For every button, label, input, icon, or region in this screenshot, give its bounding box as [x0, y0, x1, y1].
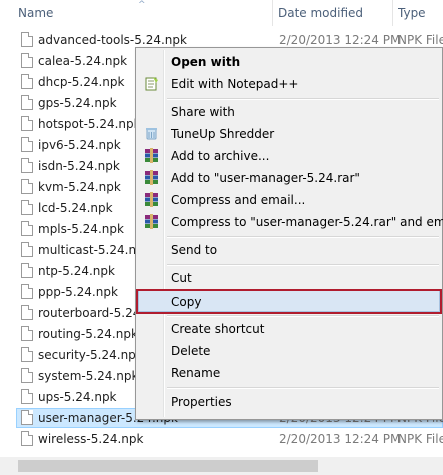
file-icon	[21, 284, 33, 299]
menu-item-label: Create shortcut	[171, 322, 265, 336]
column-header: Name ^ Date modified Type	[0, 0, 443, 26]
file-icon	[21, 137, 33, 152]
menu-separator	[167, 264, 439, 266]
file-type: NPK File	[398, 432, 443, 446]
menu-item-add-to-rar[interactable]: Add to "user-manager-5.24.rar"	[138, 167, 440, 189]
menu-separator	[167, 236, 439, 238]
file-name: calea-5.24.npk	[38, 54, 128, 68]
file-icon	[21, 74, 33, 89]
file-icon	[21, 389, 33, 404]
notepad-plus-plus-icon	[145, 77, 158, 91]
menu-item-compress-and-email[interactable]: Compress and email...	[138, 189, 440, 211]
file-name: system-5.24.npk	[38, 369, 139, 383]
menu-item-rename[interactable]: Rename	[138, 362, 440, 384]
file-icon	[21, 305, 33, 320]
sort-ascending-icon: ^	[138, 0, 146, 10]
winrar-icon	[145, 170, 158, 185]
file-icon	[21, 242, 33, 257]
menu-separator	[167, 315, 439, 317]
file-name: ipv6-5.24.npk	[38, 138, 121, 152]
menu-item-label: Add to "user-manager-5.24.rar"	[171, 171, 360, 185]
file-name: wireless-5.24.npk	[38, 432, 144, 446]
file-date: 2/20/2013 12:24 PM	[279, 432, 401, 446]
menu-separator	[167, 98, 439, 100]
menu-item-label: TuneUp Shredder	[171, 127, 275, 141]
menu-item-label: Open with	[171, 55, 241, 69]
file-name: ups-5.24.npk	[38, 390, 117, 404]
file-name: dhcp-5.24.npk	[38, 75, 125, 89]
shredder-icon	[146, 128, 157, 140]
file-row[interactable]: wireless-5.24.npk 2/20/2013 12:24 PM NPK F…	[0, 429, 443, 450]
winrar-icon	[145, 148, 158, 163]
file-icon	[21, 179, 33, 194]
menu-item-label: Compress and email...	[171, 193, 306, 207]
menu-item-label: Share with	[171, 105, 235, 119]
menu-item-label: Rename	[171, 366, 221, 380]
menu-item-add-to-archive[interactable]: Add to archive...	[138, 145, 440, 167]
file-name: hotspot-5.24.npk	[38, 117, 141, 131]
menu-item-compress-to-rar-and-email[interactable]: Compress to "user-manager-5.24.rar" and …	[138, 211, 443, 233]
file-icon	[21, 263, 33, 278]
file-icon	[21, 32, 33, 47]
file-icon	[21, 431, 33, 446]
context-menu: Open with Edit with Notepad++ Share with…	[135, 47, 443, 420]
winrar-icon	[145, 214, 158, 229]
menu-separator	[167, 387, 439, 389]
file-icon	[21, 410, 33, 425]
menu-item-label: Send to	[171, 243, 218, 257]
file-name: kvm-5.24.npk	[38, 180, 121, 194]
file-icon	[21, 221, 33, 236]
file-name: lcd-5.24.npk	[38, 201, 113, 215]
copy-highlight-outline	[136, 289, 442, 314]
menu-item-cut[interactable]: Cut	[138, 267, 440, 289]
file-name: multicast-5.24.npk	[38, 243, 151, 257]
file-name: routing-5.24.npk	[38, 327, 138, 341]
file-name: isdn-5.24.npk	[38, 159, 120, 173]
column-divider[interactable]	[392, 0, 393, 26]
file-name: ntp-5.24.npk	[38, 264, 115, 278]
file-name: security-5.24.npk	[38, 348, 143, 362]
file-icon	[21, 326, 33, 341]
file-name: gps-5.24.npk	[38, 96, 117, 110]
scrollbar-thumb[interactable]	[18, 460, 318, 472]
column-type[interactable]: Type	[398, 0, 443, 26]
menu-item-label: Add to archive...	[171, 149, 270, 163]
menu-item-label: Delete	[171, 344, 211, 358]
winrar-icon	[145, 192, 158, 207]
file-icon	[21, 95, 33, 110]
file-icon	[21, 200, 33, 215]
menu-item-label: Compress to "user-manager-5.24.rar" and …	[171, 215, 443, 229]
menu-item-label: Cut	[171, 271, 192, 285]
menu-item-label: Properties	[171, 395, 232, 409]
column-divider[interactable]	[272, 0, 273, 26]
horizontal-scrollbar[interactable]	[0, 457, 443, 475]
file-icon	[21, 53, 33, 68]
menu-item-delete[interactable]: Delete	[138, 340, 440, 362]
menu-item-tuneup-shredder[interactable]: TuneUp Shredder	[138, 123, 440, 145]
menu-item-create-shortcut[interactable]: Create shortcut	[138, 318, 440, 340]
file-name: ppp-5.24.npk	[38, 285, 118, 299]
file-icon	[21, 116, 33, 131]
menu-item-send-to[interactable]: Send to	[138, 239, 440, 261]
column-date-modified[interactable]: Date modified	[278, 0, 390, 26]
file-name: mpls-5.24.npk	[38, 222, 124, 236]
menu-item-edit-with-notepad[interactable]: Edit with Notepad++	[138, 73, 440, 95]
menu-item-properties[interactable]: Properties	[138, 391, 440, 413]
file-icon	[21, 368, 33, 383]
menu-item-open-with[interactable]: Open with	[138, 51, 440, 73]
menu-item-share-with[interactable]: Share with	[138, 101, 440, 123]
file-icon	[21, 158, 33, 173]
file-icon	[21, 347, 33, 362]
menu-item-label: Edit with Notepad++	[171, 77, 299, 91]
